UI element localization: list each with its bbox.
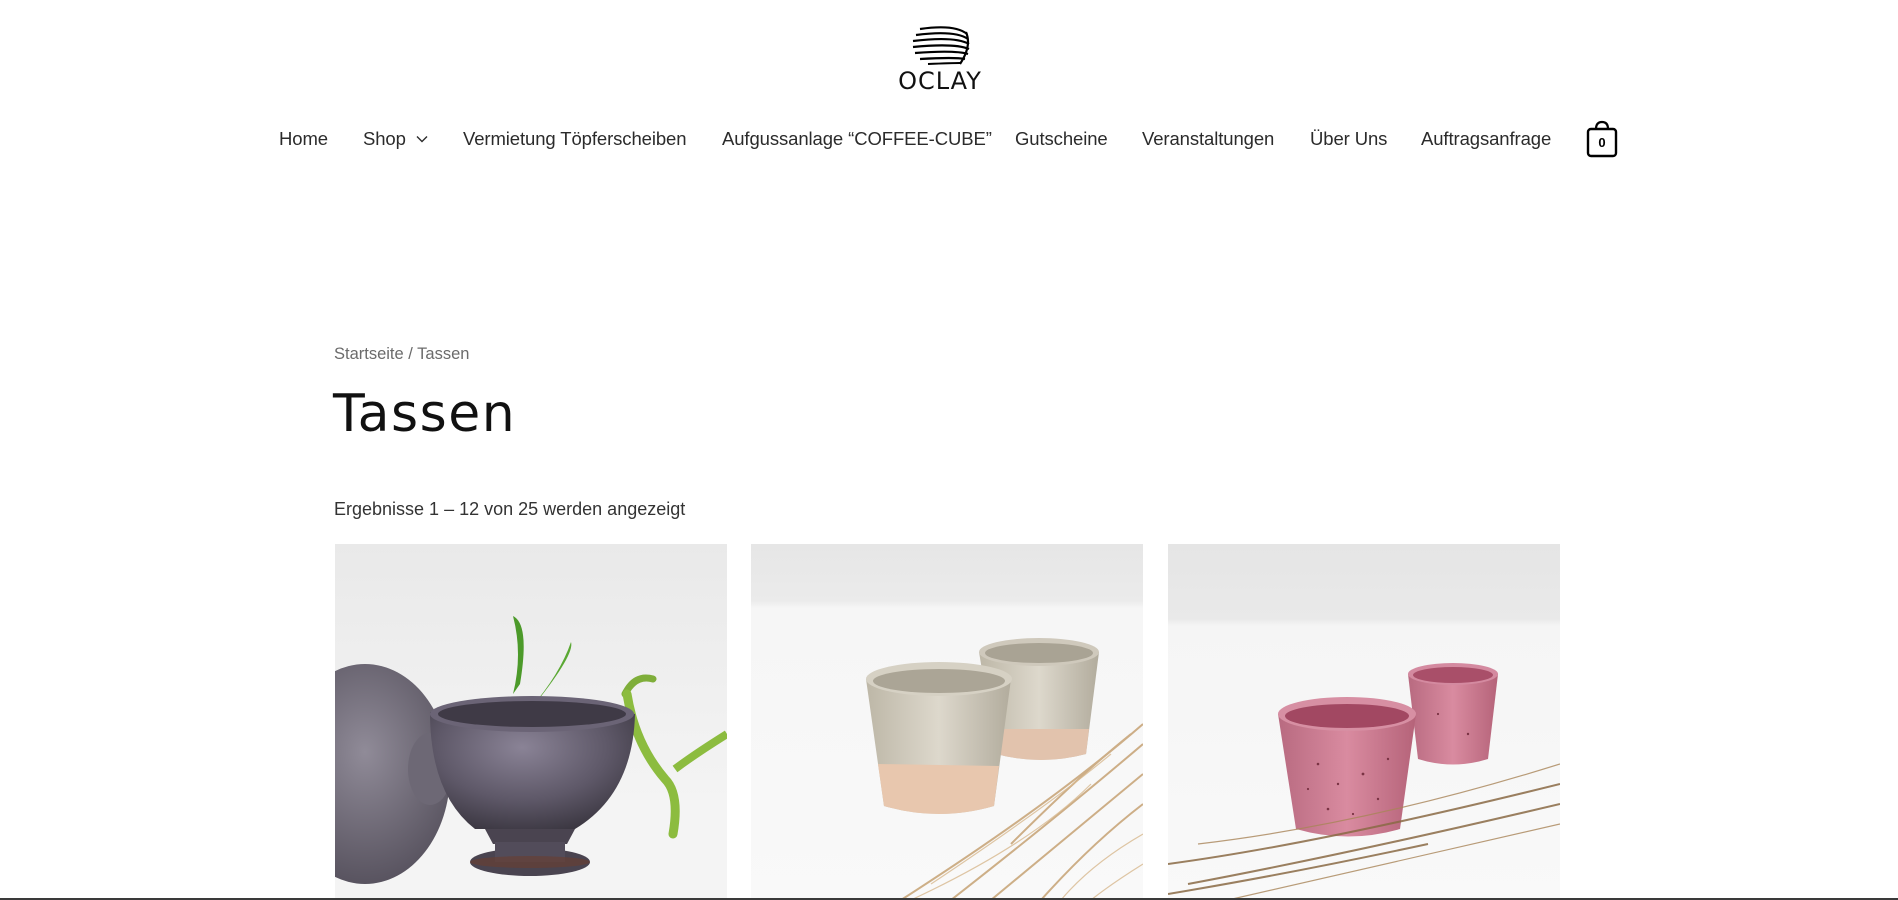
cart-count: 0 xyxy=(1598,135,1606,150)
breadcrumb-current: Tassen xyxy=(417,345,470,363)
nav-item-gutscheine[interactable]: Gutscheine xyxy=(1015,128,1108,150)
nav-item-shop[interactable]: Shop xyxy=(363,128,428,150)
breadcrumb-separator: / xyxy=(403,345,418,363)
nav-item-ueber-uns[interactable]: Über Uns xyxy=(1310,128,1387,150)
breadcrumb-home-link[interactable]: Startseite xyxy=(334,345,404,363)
result-count: Ergebnisse 1 – 12 von 25 werden angezeig… xyxy=(334,499,686,519)
product-card-image[interactable] xyxy=(335,544,727,900)
product-image xyxy=(751,544,1143,900)
breadcrumb: Startseite / Tassen xyxy=(334,345,469,364)
logo-text: OCLAY xyxy=(898,67,982,95)
nav-item-home[interactable]: Home xyxy=(279,128,328,150)
nav-item-veranstaltungen[interactable]: Veranstaltungen xyxy=(1142,128,1274,150)
product-image xyxy=(1168,544,1560,900)
product-image xyxy=(335,544,727,900)
nav-item-shop-label: Shop xyxy=(363,128,406,149)
chevron-down-icon xyxy=(416,136,428,143)
product-card-image[interactable] xyxy=(1168,544,1560,900)
page-title: Tassen xyxy=(333,384,517,444)
site-logo[interactable]: OCLAY xyxy=(895,26,985,95)
nav-item-vermietung[interactable]: Vermietung Töpferscheiben xyxy=(463,128,687,150)
product-card-image[interactable] xyxy=(751,544,1143,900)
cart-button[interactable]: 0 xyxy=(1586,120,1618,158)
nav-item-coffee-cube[interactable]: Aufgussanlage “COFFEE-CUBE” xyxy=(722,128,992,150)
logo-mark-icon xyxy=(912,26,970,65)
nav-item-auftragsanfrage[interactable]: Auftragsanfrage xyxy=(1421,128,1551,150)
